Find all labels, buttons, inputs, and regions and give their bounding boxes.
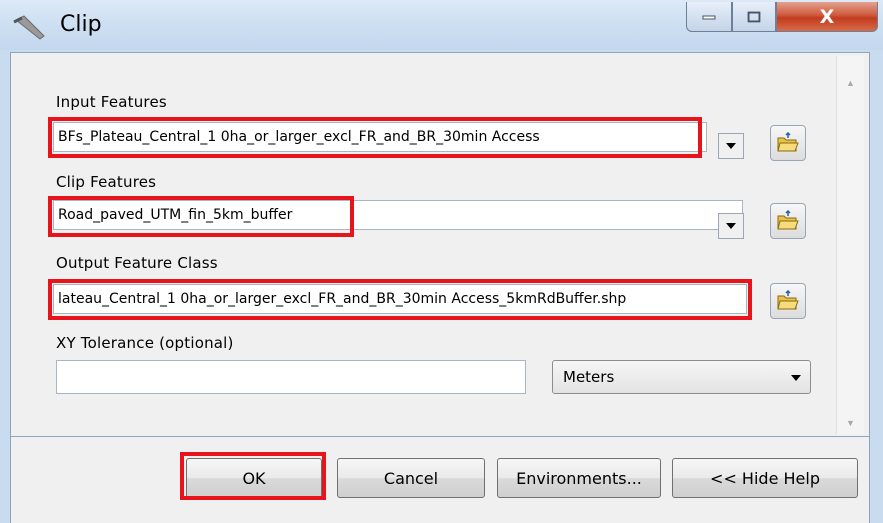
- window-title: Clip: [60, 12, 102, 37]
- cancel-button[interactable]: Cancel: [337, 458, 485, 498]
- minimize-button[interactable]: [686, 2, 732, 32]
- minimize-icon: [702, 15, 716, 19]
- input-features-label: Input Features: [56, 93, 167, 111]
- xy-tolerance-unit-value: Meters: [563, 368, 615, 386]
- output-feature-class-browse-button[interactable]: [770, 283, 806, 319]
- chevron-down-icon: [791, 375, 801, 381]
- maximize-icon: [747, 10, 761, 23]
- input-features-browse-button[interactable]: [770, 125, 806, 161]
- open-folder-icon: [777, 290, 799, 310]
- clip-features-browse-button[interactable]: [770, 203, 806, 239]
- title-bar: Clip X: [0, 0, 883, 50]
- vertical-scrollbar[interactable]: ▲ ▼: [836, 56, 864, 434]
- output-feature-class-field[interactable]: lateau_Central_1 0ha_or_larger_excl_FR_a…: [53, 284, 747, 314]
- clip-tool-icon: [13, 15, 45, 40]
- close-button[interactable]: X: [776, 2, 878, 32]
- clip-features-field[interactable]: Road_paved_UTM_fin_5km_buffer: [53, 200, 743, 230]
- open-folder-icon: [777, 210, 799, 230]
- output-feature-class-label: Output Feature Class: [56, 254, 218, 272]
- xy-tolerance-input[interactable]: [56, 360, 526, 394]
- scroll-up-icon[interactable]: ▲: [846, 78, 855, 88]
- input-features-field[interactable]: BFs_Plateau_Central_1 0ha_or_larger_excl…: [53, 122, 707, 152]
- hide-help-button[interactable]: << Hide Help: [672, 458, 858, 498]
- xy-tolerance-unit-select[interactable]: Meters: [552, 360, 811, 394]
- chevron-down-icon: [726, 223, 736, 229]
- clip-features-dropdown[interactable]: [718, 213, 744, 239]
- scroll-down-icon[interactable]: ▼: [846, 418, 855, 428]
- input-features-dropdown[interactable]: [718, 133, 744, 159]
- environments-button[interactable]: Environments...: [497, 458, 661, 498]
- open-folder-icon: [777, 132, 799, 152]
- clip-features-label: Clip Features: [56, 173, 157, 191]
- close-icon: X: [819, 5, 835, 28]
- maximize-button[interactable]: [732, 2, 776, 32]
- ok-button[interactable]: OK: [186, 458, 322, 498]
- xy-tolerance-label: XY Tolerance (optional): [56, 334, 234, 352]
- chevron-down-icon: [726, 143, 736, 149]
- clip-dialog: Clip X ▲ ▼ Input Features BFs_Plateau_Ce…: [0, 0, 883, 523]
